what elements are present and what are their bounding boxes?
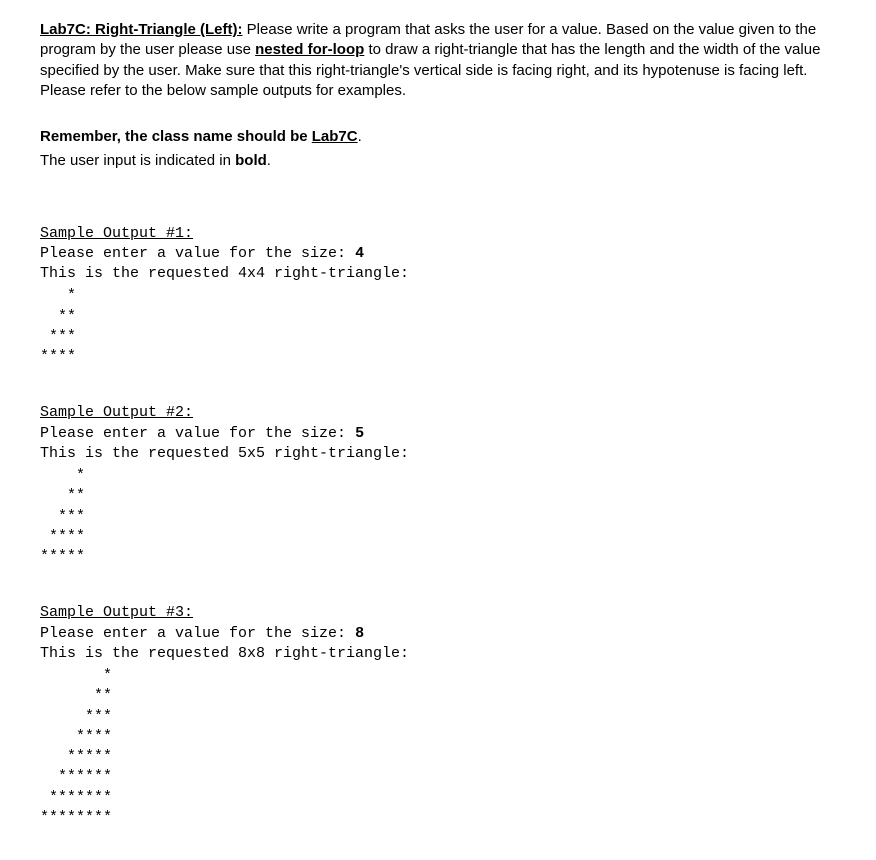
triangle-row: *: [40, 466, 836, 486]
triangle-row: *****: [40, 747, 836, 767]
note-classname: Lab7C: [312, 128, 358, 145]
note-line-1: Remember, the class name should be Lab7C…: [40, 127, 836, 147]
lab-title: Lab7C: Right-Triangle (Left):: [40, 21, 243, 38]
sample-user-input: 4: [355, 245, 364, 262]
triangle-row: *****: [40, 547, 836, 567]
sample-triangle: * ** *******: [40, 286, 836, 367]
sample-prompt-line: Please enter a value for the size: 4: [40, 244, 836, 264]
sample-prompt-text: Please enter a value for the size:: [40, 425, 355, 442]
triangle-row: **: [40, 486, 836, 506]
sample-header: Sample Output #1:: [40, 224, 836, 244]
sample-output-2: Sample Output #2:Please enter a value fo…: [40, 403, 836, 567]
sample-header: Sample Output #3:: [40, 603, 836, 623]
note-2-bold: bold: [235, 152, 267, 169]
sample-user-input: 5: [355, 425, 364, 442]
triangle-row: *******: [40, 788, 836, 808]
triangle-row: *: [40, 286, 836, 306]
triangle-row: ***: [40, 507, 836, 527]
sample-triangle: * ** *** *********: [40, 466, 836, 567]
sample-triangle: * ** *** **** ***** ****** *************…: [40, 666, 836, 828]
note-line-2: The user input is indicated in bold.: [40, 151, 836, 171]
triangle-row: ***: [40, 707, 836, 727]
intro-paragraph: Lab7C: Right-Triangle (Left): Please wri…: [40, 20, 836, 101]
triangle-row: ****: [40, 727, 836, 747]
sample-prompt-text: Please enter a value for the size:: [40, 245, 355, 262]
triangle-row: ********: [40, 808, 836, 828]
samples-container: Sample Output #1:Please enter a value fo…: [40, 224, 836, 829]
sample-result-line: This is the requested 8x8 right-triangle…: [40, 644, 836, 664]
note-1-before: Remember, the class name should be: [40, 128, 312, 145]
sample-output-3: Sample Output #3:Please enter a value fo…: [40, 603, 836, 828]
triangle-row: ***: [40, 327, 836, 347]
triangle-row: ******: [40, 767, 836, 787]
note-1-after: .: [358, 128, 362, 145]
sample-prompt-line: Please enter a value for the size: 5: [40, 424, 836, 444]
note-2-after: .: [267, 152, 271, 169]
sample-user-input: 8: [355, 625, 364, 642]
triangle-row: **: [40, 686, 836, 706]
note-2-before: The user input is indicated in: [40, 152, 235, 169]
sample-result-line: This is the requested 5x5 right-triangle…: [40, 444, 836, 464]
triangle-row: **: [40, 307, 836, 327]
sample-output-1: Sample Output #1:Please enter a value fo…: [40, 224, 836, 368]
intro-keyword: nested for-loop: [255, 41, 364, 58]
sample-header: Sample Output #2:: [40, 403, 836, 423]
sample-prompt-text: Please enter a value for the size:: [40, 625, 355, 642]
sample-prompt-line: Please enter a value for the size: 8: [40, 624, 836, 644]
triangle-row: ****: [40, 527, 836, 547]
sample-result-line: This is the requested 4x4 right-triangle…: [40, 264, 836, 284]
triangle-row: ****: [40, 347, 836, 367]
triangle-row: *: [40, 666, 836, 686]
